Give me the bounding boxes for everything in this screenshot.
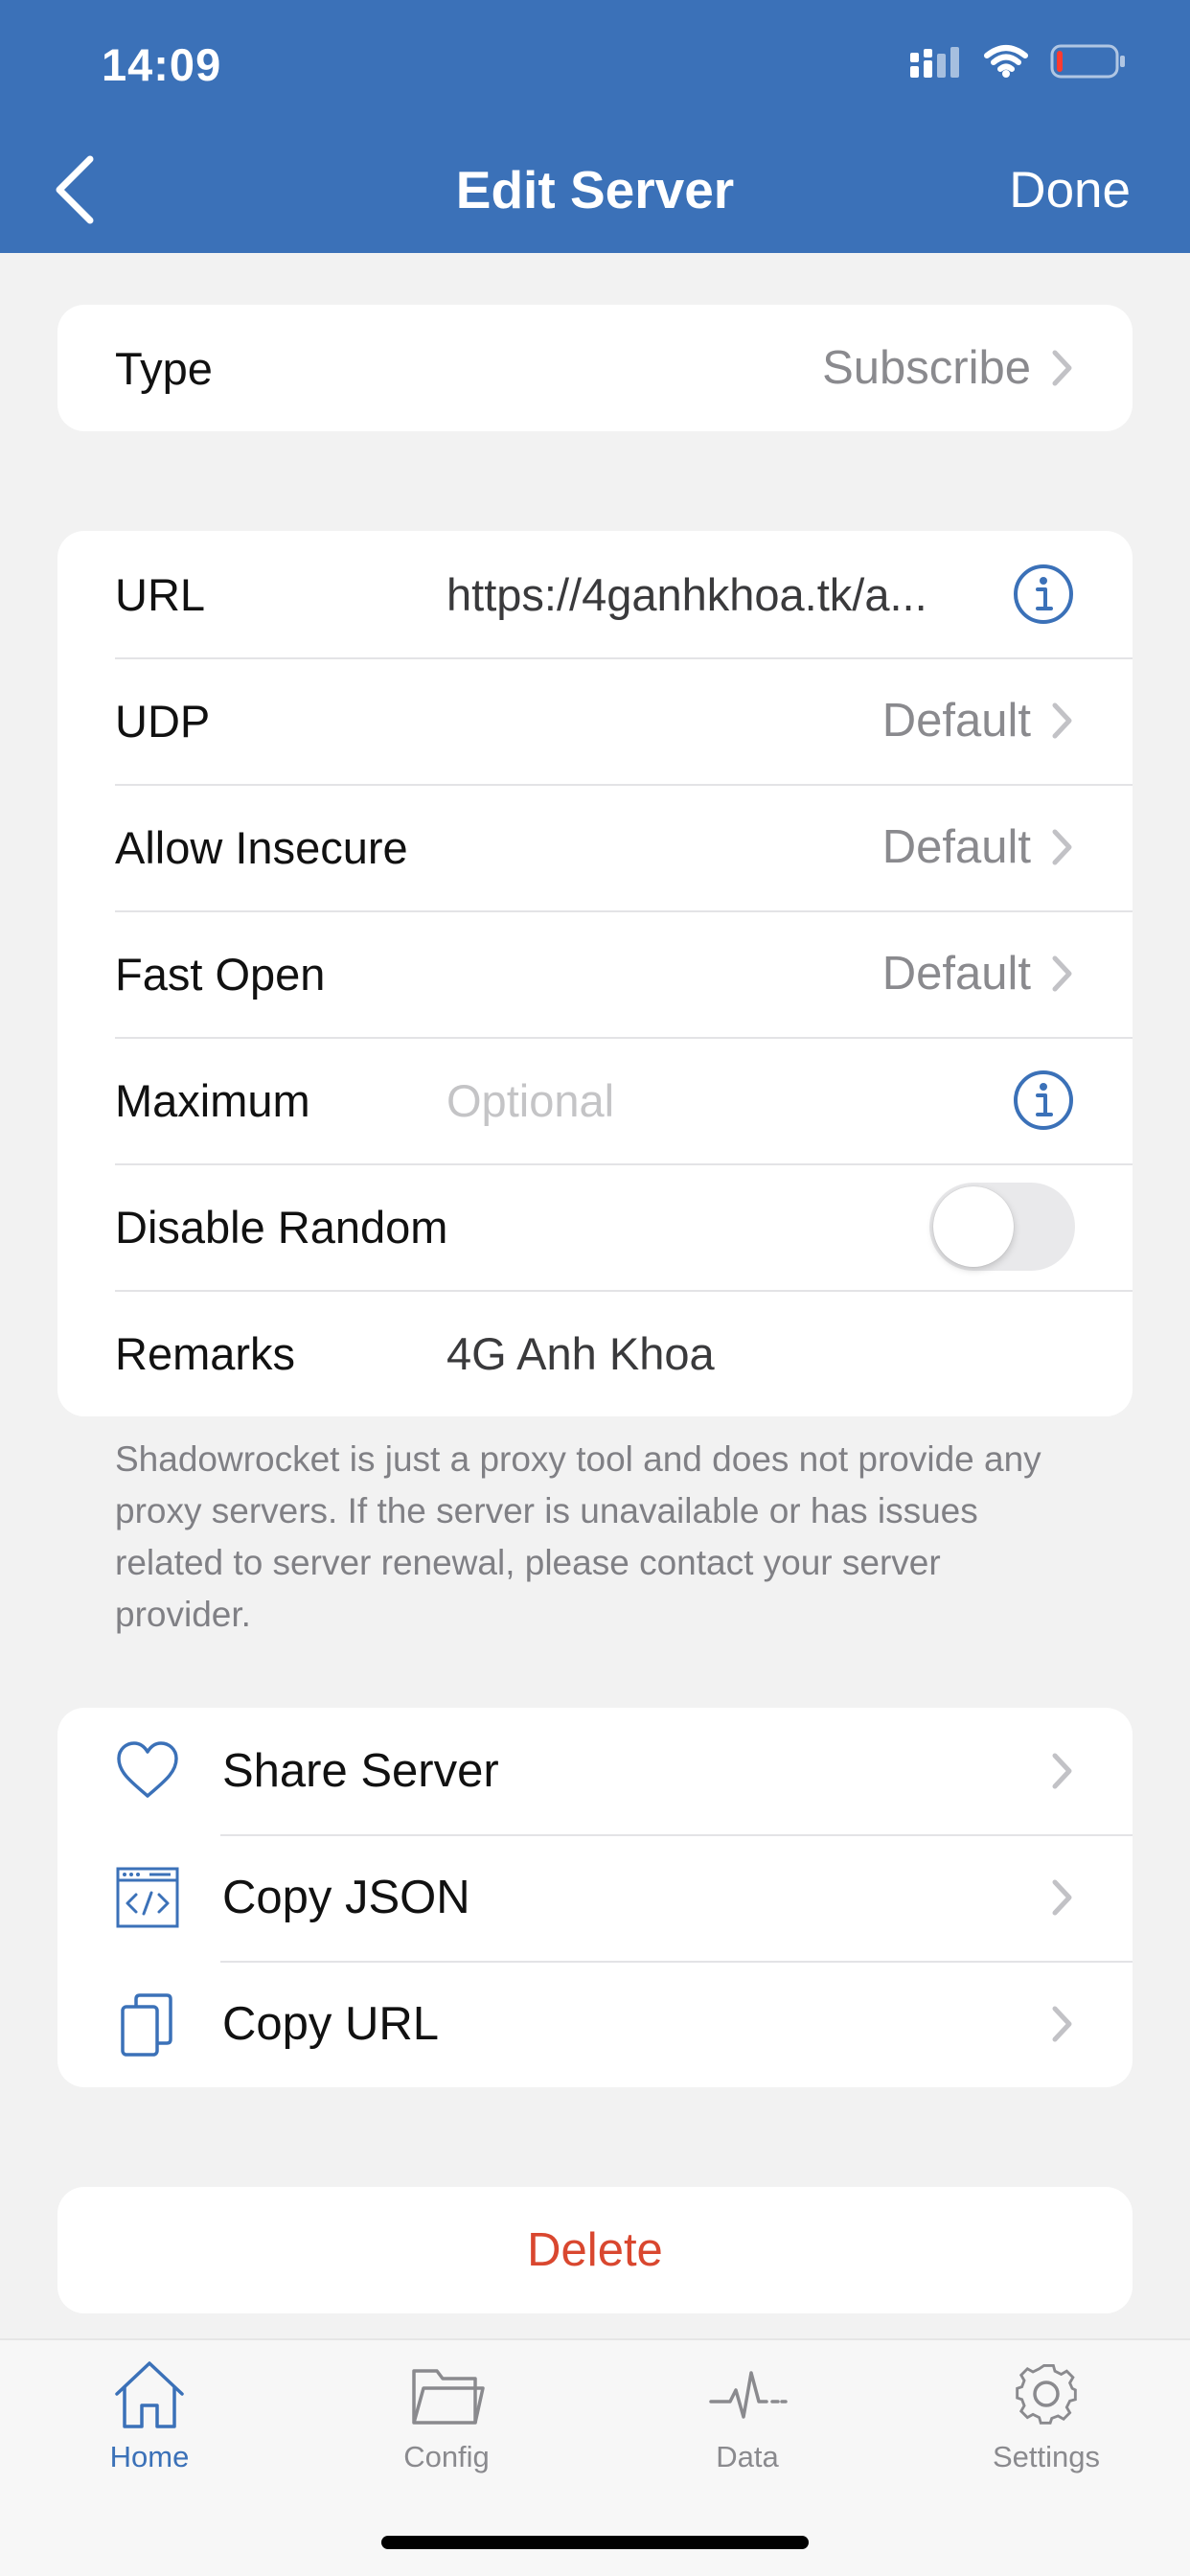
tab-home[interactable]: Home (54, 2358, 245, 2474)
chevron-right-icon (1052, 702, 1072, 739)
copy-json-row[interactable]: Copy JSON (57, 1834, 1133, 1961)
maximum-row: Maximum Optional (57, 1037, 1133, 1163)
chevron-right-icon (1052, 1753, 1072, 1789)
chevron-right-icon (1052, 955, 1072, 992)
allow-insecure-label: Allow Insecure (115, 821, 408, 873)
type-value: Subscribe (822, 342, 1031, 394)
chevron-right-icon (1052, 1879, 1072, 1916)
code-window-icon (116, 1867, 179, 1928)
tab-settings-label: Settings (992, 2440, 1100, 2473)
remarks-label: Remarks (115, 1327, 296, 1379)
tab-config[interactable]: Config (351, 2358, 542, 2474)
fast-open-label: Fast Open (115, 948, 326, 1000)
udp-row[interactable]: UDP Default (57, 657, 1133, 784)
chevron-right-icon (1052, 350, 1072, 386)
copy-url-label: Copy URL (222, 1998, 440, 2050)
server-settings-card: URL https://4ganhkhoa.tk/a... UDP Defaul… (57, 531, 1133, 1416)
share-server-label: Share Server (222, 1745, 499, 1797)
delete-button[interactable]: Delete (57, 2187, 1133, 2313)
fast-open-row[interactable]: Fast Open Default (57, 910, 1133, 1037)
type-card: Type Subscribe (57, 305, 1133, 431)
info-icon[interactable] (1012, 563, 1075, 626)
disable-random-row: Disable Random (57, 1163, 1133, 1290)
chevron-right-icon (1052, 2006, 1072, 2042)
disclaimer-text: Shadowrocket is just a proxy tool and do… (115, 1439, 1041, 1634)
url-label: URL (115, 568, 206, 620)
type-label: Type (115, 342, 213, 394)
udp-value: Default (881, 695, 1031, 747)
allow-insecure-value: Default (881, 821, 1031, 873)
disable-random-label: Disable Random (115, 1201, 448, 1253)
copy-url-row[interactable]: Copy URL (57, 1961, 1133, 2087)
nav-header: 14:09 Edit Server Done (0, 0, 1190, 253)
udp-label: UDP (115, 695, 211, 747)
actions-card: Share Server Copy JSON Copy URL (57, 1708, 1133, 2087)
maximum-input[interactable]: Optional (446, 1074, 614, 1127)
chevron-right-icon (1052, 829, 1072, 865)
tab-settings[interactable]: Settings (950, 2358, 1142, 2474)
heart-icon (117, 1741, 178, 1798)
status-time: 14:09 (102, 39, 222, 90)
activity-icon (709, 2371, 788, 2419)
toggle-knob (933, 1186, 1014, 1267)
info-icon[interactable] (1012, 1069, 1075, 1132)
url-field[interactable]: https://4ganhkhoa.tk/a... (446, 568, 927, 621)
share-server-row[interactable]: Share Server (57, 1708, 1133, 1834)
type-row[interactable]: Type Subscribe (57, 305, 1133, 431)
folder-icon (412, 2369, 485, 2425)
home-indicator (381, 2536, 809, 2549)
tab-data-label: Data (716, 2440, 779, 2473)
done-button[interactable]: Done (1009, 161, 1131, 219)
delete-label: Delete (527, 2224, 663, 2276)
disable-random-toggle[interactable] (929, 1183, 1075, 1271)
gear-icon (1016, 2364, 1077, 2425)
tab-config-label: Config (403, 2440, 490, 2473)
maximum-label: Maximum (115, 1074, 310, 1126)
allow-insecure-row[interactable]: Allow Insecure Default (57, 784, 1133, 910)
fast-open-value: Default (881, 948, 1031, 1000)
tab-home-label: Home (109, 2440, 190, 2473)
remarks-row: Remarks 4G Anh Khoa (57, 1290, 1133, 1416)
tab-data[interactable]: Data (652, 2358, 843, 2474)
copy-icon (121, 1993, 172, 2057)
copy-json-label: Copy JSON (222, 1872, 470, 1923)
wifi-icon (984, 45, 1028, 78)
url-row[interactable]: URL https://4ganhkhoa.tk/a... (57, 531, 1133, 657)
home-icon (115, 2361, 184, 2428)
cellular-signal-icon (910, 47, 959, 78)
remarks-input[interactable]: 4G Anh Khoa (446, 1327, 715, 1380)
battery-icon (1050, 44, 1125, 79)
status-icons (910, 44, 1127, 79)
